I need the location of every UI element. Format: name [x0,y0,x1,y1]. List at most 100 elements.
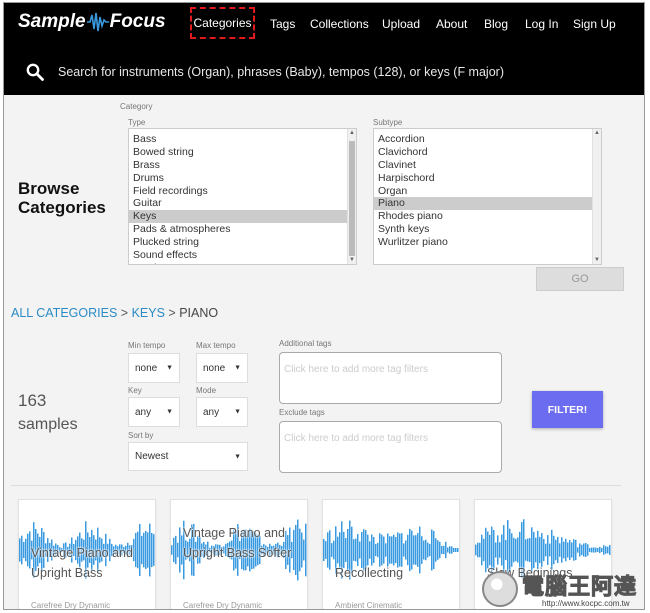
sort-select[interactable]: Newest ▼ [128,442,248,471]
waveform-bar [561,537,563,563]
waveform-bar [369,541,371,559]
filter-button[interactable]: FILTER! [532,391,603,428]
nav-upload[interactable]: Upload [382,17,420,31]
subtype-option[interactable]: Organ [374,185,601,198]
type-option[interactable]: Pads & atmospheres [129,223,356,236]
subtype-option[interactable]: Piano [374,197,601,211]
type-option[interactable]: Plucked string [129,236,356,249]
nav-categories[interactable]: Categories [190,7,255,39]
waveform-bar [441,545,443,555]
subtype-option[interactable]: Synth keys [374,223,601,236]
nav-tags[interactable]: Tags [270,17,295,31]
breadcrumb: ALL CATEGORIES > KEYS > PIANO [11,306,218,320]
subtype-option[interactable]: Clavichord [374,146,601,159]
min-tempo-label: Min tempo [128,341,166,350]
subtype-listbox[interactable]: Accordion Clavichord Clavinet Harpischord Or… [373,128,602,265]
breadcrumb-keys[interactable]: KEYS [132,306,165,320]
subtype-scrollbar[interactable]: ▲ ▼ [592,129,601,264]
waveform-bar [547,535,549,565]
waveform-bar [495,542,497,558]
waveform-bar [415,535,417,565]
breadcrumb-all-categories[interactable]: ALL CATEGORIES [11,306,117,320]
mode-label: Mode [196,386,217,395]
waveform-bar [607,546,609,554]
waveform-bar [21,535,23,565]
type-option[interactable]: Synth... [129,262,356,264]
subtype-option[interactable]: Harpischord [374,172,601,185]
waveform-bar [175,535,177,565]
waveform-bar [585,543,587,557]
sample-title[interactable]: Vintage Piano and Upright Bass [31,543,151,583]
waveform-bar [383,536,385,564]
exclude-tags-input[interactable]: Click here to add more tag filters [279,421,502,473]
waveform-bar [589,548,591,552]
nav-collections[interactable]: Collections [310,17,369,31]
type-option[interactable]: Sound effects [129,249,356,262]
waveform-bar [573,539,575,561]
type-option[interactable]: Keys [129,210,356,224]
scroll-up-icon[interactable]: ▲ [594,130,600,136]
waveform-bar [367,534,369,566]
key-select[interactable]: any ▼ [128,397,180,427]
waveform-bar [569,540,571,560]
type-option[interactable]: Drums [129,172,356,185]
nav-signup[interactable]: Sign Up [573,17,616,31]
scroll-thumb[interactable] [349,141,355,256]
waveform-bar [541,533,543,567]
type-option[interactable]: Brass [129,159,356,172]
waveform-bar [381,534,383,566]
waveform-bar [435,538,437,562]
search-input[interactable]: Search for instruments (Organ), phrases … [58,65,504,79]
waveform-bar [405,540,407,560]
caret-down-icon: ▼ [166,408,173,416]
type-option[interactable]: Bass [129,133,356,146]
browse-title: Browse Categories [18,179,106,217]
waveform-bar [333,540,335,560]
subtype-label: Subtype [373,118,403,127]
browse-title-line1: Browse [18,179,80,198]
mode-value: any [203,406,220,418]
waveform-bar [545,543,547,557]
nav-blog[interactable]: Blog [484,17,508,31]
mode-select[interactable]: any ▼ [196,397,248,427]
divider [11,485,621,486]
waveform-bar [609,545,611,555]
waveform-bar [513,537,515,563]
subtype-option[interactable]: Wurlitzer piano [374,236,601,249]
waveform-bar [23,541,25,559]
scroll-up-icon[interactable]: ▲ [349,130,355,136]
subtype-option[interactable]: Rhodes piano [374,210,601,223]
waveform-bar [323,539,325,561]
waveform-bar [355,538,357,562]
go-button[interactable]: GO [536,267,624,291]
min-tempo-select[interactable]: none ▼ [128,353,180,383]
subtype-option[interactable]: Clavinet [374,159,601,172]
type-scrollbar[interactable]: ▲ ▼ [347,129,356,264]
type-listbox[interactable]: Bass Bowed string Brass Drums Field recordin… [128,128,357,265]
type-option[interactable]: Guitar [129,197,356,210]
nav-login[interactable]: Log In [525,17,558,31]
waveform-bar [511,533,513,567]
waveform-bar [483,538,485,562]
additional-tags-input[interactable]: Click here to add more tag filters [279,352,502,404]
max-tempo-select[interactable]: none ▼ [196,353,248,383]
waveform-bar [375,543,377,557]
scroll-down-icon[interactable]: ▼ [594,257,600,263]
scroll-down-icon[interactable]: ▼ [349,257,355,263]
subtype-option[interactable]: Accordion [374,133,601,146]
search-bar[interactable]: Search for instruments (Organ), phrases … [4,45,644,95]
sample-count-label: samples [18,416,78,433]
type-option[interactable]: Bowed string [129,146,356,159]
nav-about[interactable]: About [436,17,467,31]
waveform-bar [373,537,375,563]
top-nav: Sample Focus Categories Tags Collections… [4,3,644,45]
sample-title[interactable]: Recollecting [335,563,455,583]
sample-card[interactable]: Recollecting Ambient Cinematic [322,499,460,609]
sample-title[interactable]: Vintage Piano and Upright Bass Softer [183,523,303,563]
sample-card[interactable]: Vintage Piano and Upright Bass Softer Ca… [170,499,308,609]
waveform-bar [303,539,305,561]
sample-card[interactable]: Vintage Piano and Upright Bass Carefree … [18,499,156,609]
breadcrumb-separator: > [168,306,176,320]
logo[interactable]: Sample Focus [18,11,166,33]
type-option[interactable]: Field recordings [129,185,356,198]
